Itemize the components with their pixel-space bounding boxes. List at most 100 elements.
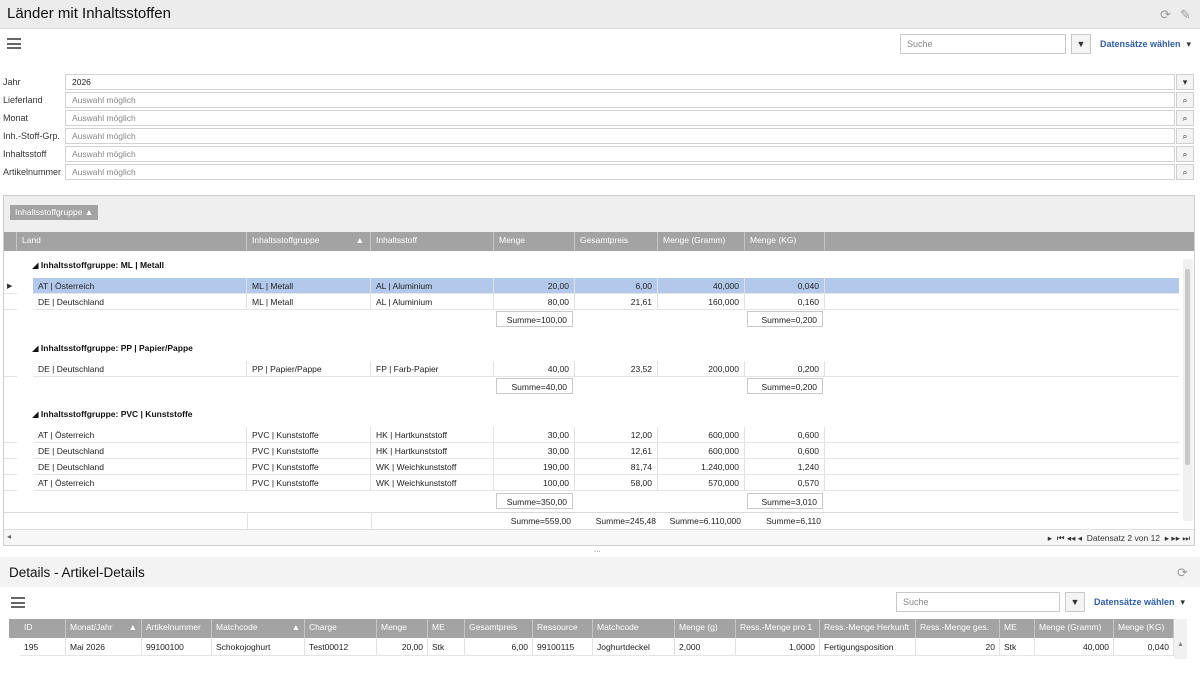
details-column-header[interactable]: Monat/Jahr ▲	[66, 619, 142, 638]
details-column-header[interactable]: Matchcode	[593, 619, 675, 638]
grid-cell[interactable]: 0,040	[745, 278, 825, 294]
details-cell[interactable]: 0,040	[1114, 638, 1174, 656]
first-record-icon[interactable]: ⏮	[1057, 533, 1065, 543]
column-header-menge[interactable]: Menge	[494, 232, 575, 251]
prev-record-icon[interactable]: ◂	[1078, 533, 1082, 543]
details-column-header[interactable]: Charge	[305, 619, 377, 638]
last-record-icon[interactable]: ⏭	[1182, 533, 1190, 543]
details-column-header[interactable]: Gesamtpreis	[465, 619, 533, 638]
details-cell[interactable]: 99100100	[142, 638, 212, 656]
vertical-scrollbar[interactable]	[1183, 259, 1193, 521]
details-column-header[interactable]: Menge (KG)	[1114, 619, 1174, 638]
search-icon[interactable]: ⌕	[1176, 146, 1194, 162]
grid-cell[interactable]: 0,570	[745, 475, 825, 491]
grid-cell[interactable]: 40,00	[494, 361, 575, 377]
group-chip[interactable]: Inhaltsstoffgruppe ▲	[10, 205, 99, 220]
search-icon[interactable]: ⌕	[1176, 110, 1194, 126]
search-input[interactable]: Suche	[900, 34, 1066, 54]
grid-cell[interactable]: 600,000	[658, 443, 745, 459]
grid-cell[interactable]: WK | Weichkunststoff	[371, 475, 494, 491]
grid-cell[interactable]: AT | Österreich	[33, 427, 247, 443]
details-column-header[interactable]: Ress.-Menge pro 1	[736, 619, 820, 638]
grid-cell[interactable]: 20,00	[494, 278, 575, 294]
grid-cell[interactable]: 6,00	[575, 278, 658, 294]
group-row[interactable]: ◢ Inhaltsstoffgruppe: PVC | Kunststoffe	[32, 409, 193, 420]
details-cell[interactable]: Stk	[1000, 638, 1035, 656]
group-row[interactable]: ◢ Inhaltsstoffgruppe: ML | Metall	[32, 260, 164, 271]
column-header-menge-kg[interactable]: Menge (KG)	[745, 232, 825, 251]
details-column-header[interactable]: Menge	[377, 619, 428, 638]
grid-cell[interactable]: 21,61	[575, 294, 658, 310]
details-refresh-icon[interactable]: ⟳	[1177, 565, 1188, 581]
grid-cell[interactable]: 570,000	[658, 475, 745, 491]
filter-icon[interactable]: ▼	[1071, 34, 1091, 54]
grid-cell[interactable]: 30,00	[494, 443, 575, 459]
next-page-icon[interactable]: ▸	[1048, 533, 1052, 543]
column-header-land[interactable]: Land	[17, 232, 247, 251]
column-header-inhaltsstoff[interactable]: Inhaltsstoff	[371, 232, 494, 251]
grid-cell[interactable]: 0,160	[745, 294, 825, 310]
next-record-icon[interactable]: ▸	[1165, 533, 1169, 543]
grid-cell[interactable]: 12,00	[575, 427, 658, 443]
grid-cell[interactable]: AL | Aluminium	[371, 294, 494, 310]
grid-cell[interactable]: 200,000	[658, 361, 745, 377]
details-cell[interactable]: 6,00	[465, 638, 533, 656]
grid-cell[interactable]: PVC | Kunststoffe	[247, 443, 371, 459]
grid-cell[interactable]: 0,600	[745, 427, 825, 443]
details-cell[interactable]: 20,00	[377, 638, 428, 656]
grid-cell[interactable]: PVC | Kunststoffe	[247, 459, 371, 475]
details-search-input[interactable]: Suche	[896, 592, 1060, 612]
details-column-header[interactable]: Artikelnummer	[142, 619, 212, 638]
grid-cell[interactable]: HK | Hartkunststoff	[371, 443, 494, 459]
scroll-thumb[interactable]	[1185, 269, 1190, 465]
details-cell[interactable]: 195	[20, 638, 66, 656]
grid-cell[interactable]: 40,000	[658, 278, 745, 294]
filter-input[interactable]: Auswahl möglich	[65, 128, 1175, 144]
details-filter-icon[interactable]: ▼	[1065, 592, 1085, 612]
details-cell[interactable]: Joghurtdeckel	[593, 638, 675, 656]
dropdown-arrow-icon[interactable]: ▾	[1176, 74, 1194, 90]
details-cell[interactable]: Mai 2026	[66, 638, 142, 656]
grid-cell[interactable]: 600,000	[658, 427, 745, 443]
details-cell[interactable]: 2,000	[675, 638, 736, 656]
grid-cell[interactable]: AT | Österreich	[33, 278, 247, 294]
search-icon[interactable]: ⌕	[1176, 164, 1194, 180]
details-column-header[interactable]: Menge (g)	[675, 619, 736, 638]
grid-cell[interactable]: 0,600	[745, 443, 825, 459]
grid-cell[interactable]: PP | Papier/Pappe	[247, 361, 371, 377]
details-cell[interactable]: 1,0000	[736, 638, 820, 656]
grid-cell[interactable]: 12,61	[575, 443, 658, 459]
grid-cell[interactable]: DE | Deutschland	[33, 459, 247, 475]
prev-page-icon[interactable]: ◂◂	[1067, 533, 1076, 543]
details-cell[interactable]: 99100115	[533, 638, 593, 656]
grid-cell[interactable]: 23,52	[575, 361, 658, 377]
grid-cell[interactable]: ML | Metall	[247, 278, 371, 294]
grid-cell[interactable]: DE | Deutschland	[33, 294, 247, 310]
grid-cell[interactable]: 0,200	[745, 361, 825, 377]
grid-cell[interactable]: 160,000	[658, 294, 745, 310]
details-column-header[interactable]: Ressource	[533, 619, 593, 638]
grid-cell[interactable]: 30,00	[494, 427, 575, 443]
details-column-header[interactable]: Ress.-Menge ges.	[916, 619, 1000, 638]
column-header-inhaltsstoffgruppe[interactable]: Inhaltsstoffgruppe ▲	[247, 232, 371, 251]
details-column-header[interactable]: Ress.-Menge Herkunft	[820, 619, 916, 638]
scroll-up-icon[interactable]: ▲	[1177, 641, 1184, 648]
details-cell[interactable]: Schokojoghurt	[212, 638, 305, 656]
details-cell[interactable]: Test00012	[305, 638, 377, 656]
grid-cell[interactable]: PVC | Kunststoffe	[247, 475, 371, 491]
records-select-button[interactable]: Datensätze wählen ▾	[1100, 39, 1191, 50]
wrench-icon[interactable]: ✎	[1180, 7, 1191, 23]
details-cell[interactable]: 20	[916, 638, 1000, 656]
filter-input[interactable]: Auswahl möglich	[65, 146, 1175, 162]
splitter-handle[interactable]: ...	[594, 545, 601, 554]
details-menu-icon[interactable]	[11, 597, 25, 608]
grid-cell[interactable]: ML | Metall	[247, 294, 371, 310]
menu-icon[interactable]	[7, 38, 21, 49]
grid-cell[interactable]: DE | Deutschland	[33, 361, 247, 377]
search-icon[interactable]: ⌕	[1176, 128, 1194, 144]
details-column-header[interactable]: ME	[1000, 619, 1035, 638]
column-header-menge-gramm[interactable]: Menge (Gramm)	[658, 232, 745, 251]
details-cell[interactable]: Fertigungsposition	[820, 638, 916, 656]
grid-cell[interactable]: PVC | Kunststoffe	[247, 427, 371, 443]
details-column-header[interactable]: Menge (Gramm)	[1035, 619, 1114, 638]
